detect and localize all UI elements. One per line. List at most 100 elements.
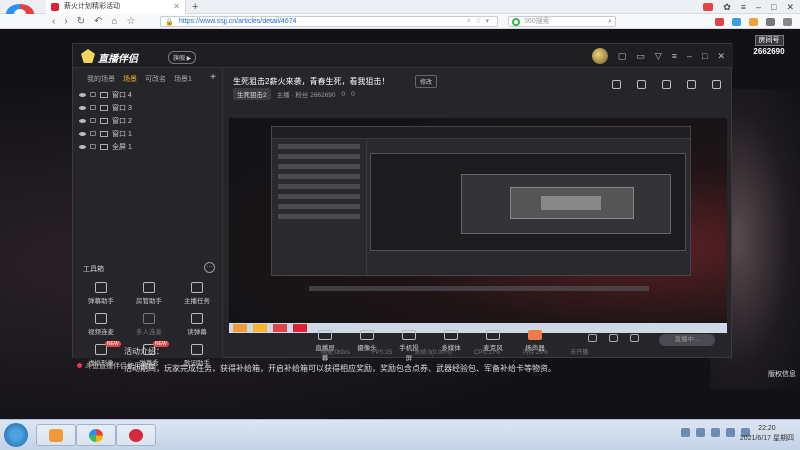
tool-host-tasks[interactable]: 主播任务 [173,282,221,305]
phone-icon [402,330,416,340]
main-panel: 生死狙击2薪火来袭，青春生死，看我狙击！ 修改 生死狙击2 主播 · 粉丝 26… [223,68,733,362]
site-favicon-icon [51,3,59,11]
add-scene-button[interactable]: + [210,72,216,83]
extension-icon[interactable] [766,17,775,26]
layout-icon[interactable] [612,80,621,89]
lock-icon: 🔒 [165,19,174,26]
tool-room-admin[interactable]: 房管助手 [125,282,173,305]
taskbar-app[interactable] [36,424,76,446]
search-engine-icon [512,18,520,26]
maximize-icon[interactable]: □ [702,51,707,61]
app-name: 直播伴侣 [98,54,138,65]
close-icon[interactable]: ✕ [717,51,725,62]
edit-title-button[interactable]: 修改 [415,75,438,88]
weibo-icon [129,429,143,442]
lock-icon[interactable] [90,144,96,149]
gear-icon[interactable] [630,334,639,342]
address-bar[interactable]: 🔒 https://www.ssjj.cn/articles/detail/46… [160,16,498,27]
close-window-icon[interactable]: ✕ [786,2,794,13]
filter-icon[interactable]: ▽ [655,51,662,62]
tray-icon[interactable] [681,428,690,437]
forward-icon[interactable]: › [64,16,67,27]
version-label: 旗舰 [173,56,186,62]
app-logo-icon [81,49,95,63]
live-title: 生死狙击2薪火来袭，青春生死，看我狙击！ [233,77,390,86]
lock-icon[interactable] [90,131,96,136]
window-icon[interactable] [662,80,671,89]
search-icon[interactable]: ⌕ [608,17,612,27]
tool-video-link[interactable]: 视频连麦 [77,313,125,336]
source-label: 窗口 2 [112,117,132,125]
network-icon[interactable] [726,428,735,437]
home-icon[interactable]: ⌂ [111,16,117,27]
taskbar-app[interactable] [76,424,116,446]
message-icon[interactable]: ▢ [618,51,627,62]
source-item[interactable]: 窗口 4 [79,88,222,101]
eye-icon[interactable] [79,144,86,149]
back-icon[interactable]: ‹ [52,16,55,27]
menu-icon[interactable]: ≡ [741,2,746,12]
eye-icon[interactable] [79,131,86,136]
lock-icon[interactable] [90,105,96,110]
tab-scene-1[interactable]: 场景1 [174,74,192,84]
toolbox-header: 工具箱 ··· [83,262,215,274]
chat-icon[interactable]: ▭ [636,51,645,62]
search-box[interactable]: 360搜索 ⌕ [508,16,616,27]
minimize-icon[interactable]: – [687,51,692,61]
nav-buttons: ‹ › ↻ ↶ ⌂ ☆ [52,14,135,29]
version-badge[interactable]: 旗舰 ▶ [168,51,197,64]
eye-icon[interactable] [79,118,86,123]
tab-my-scenes[interactable]: 我的场景 [87,74,115,84]
taskbar-app[interactable] [116,424,156,446]
source-item[interactable]: 全屏 1 [79,140,222,153]
lock-icon[interactable] [90,118,96,123]
task-icon [191,282,203,293]
share-icon[interactable] [712,80,721,89]
minimize-icon[interactable]: – [756,2,761,12]
tool-danmu-helper[interactable]: 弹幕助手 [77,282,125,305]
system-clock[interactable]: 22:20 2021/6/17 星期四 [740,424,794,444]
settings-icon[interactable] [609,334,618,342]
bell-icon[interactable] [687,80,696,89]
tool-label: 视频连麦 [88,329,114,336]
close-tab-icon[interactable]: ✕ [173,0,180,14]
extension-icon[interactable] [715,17,724,26]
undo-icon[interactable]: ↶ [94,16,102,27]
tool-read-danmu[interactable]: 读弹幕 [173,313,221,336]
extension-icon[interactable] [783,17,792,26]
avatar[interactable] [591,48,608,64]
source-item[interactable]: 窗口 2 [79,114,222,127]
new-tab-button[interactable]: + [192,0,198,14]
source-item[interactable]: 窗口 1 [79,127,222,140]
source-item[interactable]: 窗口 3 [79,101,222,114]
tray-icon[interactable] [711,428,720,437]
stream-preview[interactable] [229,118,727,333]
eye-icon[interactable] [79,105,86,110]
maximize-icon[interactable]: □ [771,2,776,12]
start-button-icon[interactable] [4,423,28,447]
left-panel: 我的场景 场景 可改名 场景1 + 窗口 4 窗口 3 窗口 2 窗口 1 全屏… [73,68,223,370]
record-icon[interactable] [588,334,597,342]
tab-scene[interactable]: 场景 [123,74,137,84]
lock-icon[interactable] [90,92,96,97]
gift-icon[interactable] [703,3,714,11]
streaming-app-window: 直播伴侣 旗舰 ▶ ▢ ▭ ▽ ≡ – □ ✕ 我的场景 场景 可改名 场景1 … [72,43,733,370]
more-tools-icon[interactable]: ··· [204,262,215,273]
refresh-icon[interactable]: ↻ [77,16,85,27]
tab-renamable[interactable]: 可改名 [145,74,166,84]
skin-icon[interactable]: ✿ [723,2,731,13]
star-icon[interactable]: ☆ [127,16,136,27]
category-tag[interactable]: 生死狙击2 [233,88,271,100]
extension-icon[interactable] [732,17,741,26]
go-live-button[interactable]: 直播中... [659,334,715,346]
tool-multi-link[interactable]: 多人连麦 [125,313,173,336]
menu-icon[interactable]: ≡ [672,51,677,61]
eye-icon[interactable] [79,92,86,97]
browser-tab-strip: 薪火计划精彩活动 ✕ + ✿ ≡ – □ ✕ [0,0,800,24]
address-bar-actions[interactable]: ⚡☆▾ [466,17,493,27]
browser-tab[interactable]: 薪火计划精彩活动 ✕ [46,0,186,14]
source-label: 窗口 4 [112,91,132,99]
tray-icon[interactable] [696,428,705,437]
lock-icon[interactable] [637,80,646,89]
extension-icon[interactable] [749,17,758,26]
